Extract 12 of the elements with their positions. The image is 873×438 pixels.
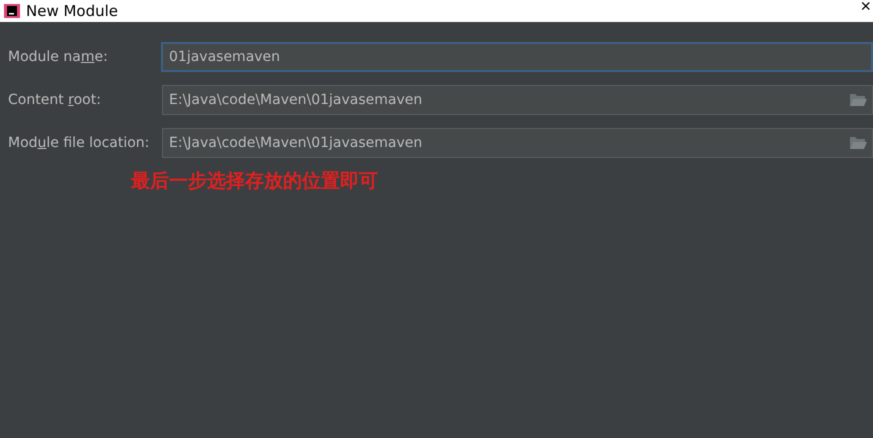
input-field[interactable]: E:\Java\code\Maven\01javasemaven bbox=[162, 84, 873, 114]
folder-icon[interactable] bbox=[849, 92, 867, 106]
folder-icon[interactable] bbox=[849, 136, 867, 150]
window-title: New Module bbox=[26, 2, 118, 20]
field-label: Content root: bbox=[7, 92, 102, 108]
close-button[interactable]: × bbox=[858, 0, 873, 17]
field-label: Module name: bbox=[7, 48, 109, 64]
input-field[interactable]: E:\Java\code\Maven\01javasemaven bbox=[162, 128, 873, 158]
field-label: Module file location: bbox=[7, 134, 150, 150]
input-field[interactable]: 01javasemaven bbox=[161, 42, 873, 72]
annotation-text: 最后一步选择存放的位置即可 bbox=[131, 169, 379, 194]
app-icon bbox=[4, 4, 20, 18]
